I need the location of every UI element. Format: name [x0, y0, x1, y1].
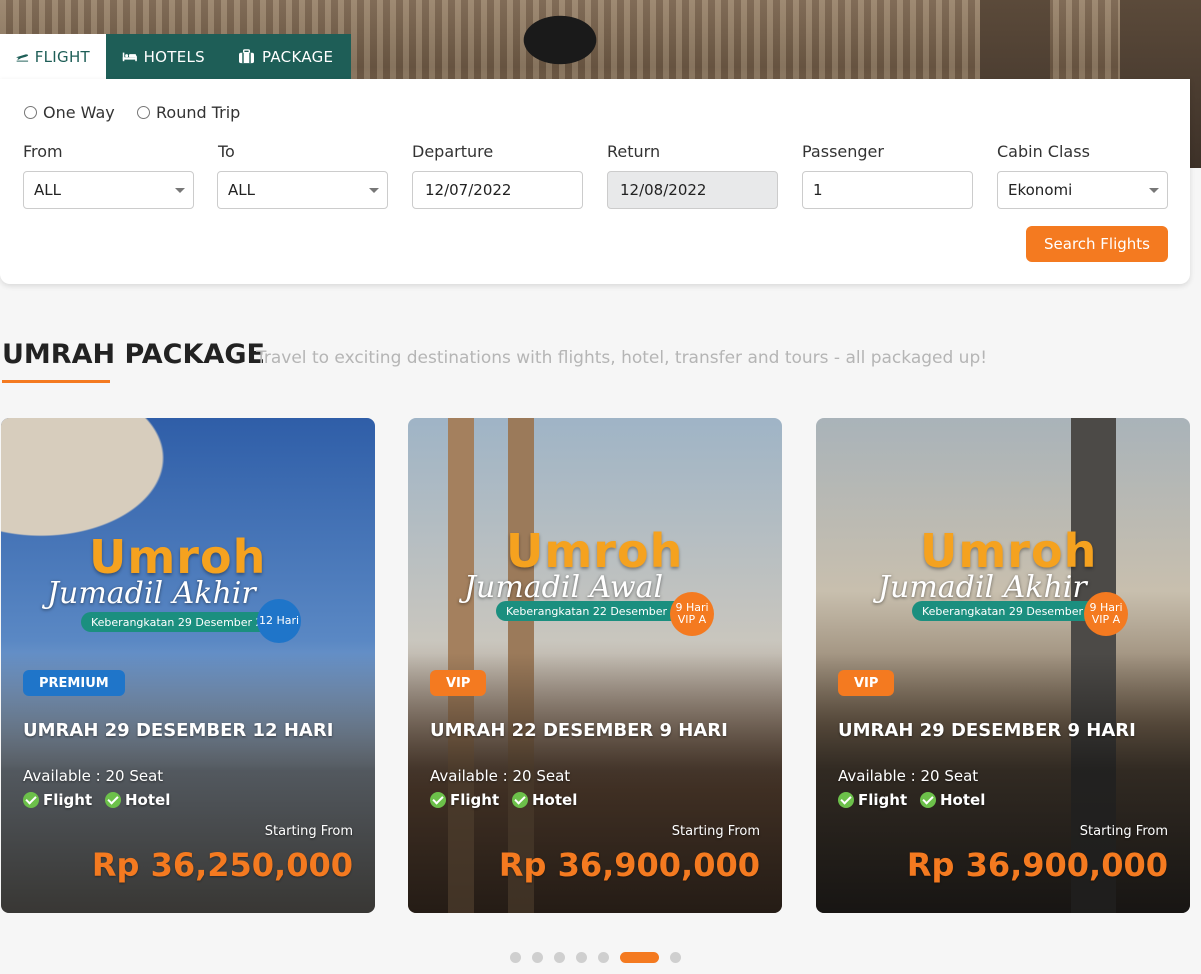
poster-duration: 9 Hari VIP A [1084, 592, 1128, 636]
check-icon [512, 792, 528, 808]
package-card[interactable]: Umroh Jumadil Akhir Keberangkatan 29 Des… [1, 418, 375, 913]
return-label: Return [607, 142, 661, 161]
feature-label: Flight [858, 791, 908, 809]
feature-label: Flight [43, 791, 93, 809]
feature-label: Hotel [532, 791, 578, 809]
carousel-dot[interactable] [620, 952, 659, 963]
search-flights-button[interactable]: Search Flights [1026, 226, 1168, 262]
passenger-label: Passenger [802, 142, 884, 161]
cabin-class-label: Cabin Class [997, 142, 1090, 161]
return-value: 12/08/2022 [620, 181, 707, 199]
package-name: UMRAH 29 DESEMBER 12 HARI [23, 720, 334, 741]
poster-duration: 9 Hari VIP A [670, 592, 714, 636]
package-availability: Available : 20 Seat [838, 767, 979, 785]
trip-type-round-trip[interactable]: Round Trip [137, 103, 240, 122]
feature-flight: Flight [23, 791, 92, 809]
section-underline [2, 380, 110, 383]
chevron-down-icon [1149, 188, 1159, 193]
airplane-icon [16, 54, 29, 62]
check-icon [920, 792, 936, 808]
poster-duration: 12 Hari [257, 599, 301, 643]
chevron-down-icon [175, 188, 185, 193]
departure-label: Departure [412, 142, 494, 161]
one-way-label: One Way [43, 103, 115, 122]
carousel-dot[interactable] [554, 952, 565, 963]
to-label: To [218, 142, 235, 161]
tab-package-label: PACKAGE [262, 47, 334, 66]
check-icon [105, 792, 121, 808]
flight-search-panel: One Way Round Trip From ALL To ALL Depar… [0, 79, 1190, 284]
cabin-class-select[interactable]: Ekonomi [997, 171, 1168, 209]
carousel-dot[interactable] [670, 952, 681, 963]
status-badge: VIP [430, 670, 487, 696]
from-value: ALL [34, 181, 61, 199]
feature-label: Flight [450, 791, 500, 809]
tab-package[interactable]: PACKAGE [221, 34, 351, 79]
passenger-value: 1 [813, 181, 823, 199]
poster-script: Jumadil Akhir [878, 570, 1087, 605]
section-subtitle: Travel to exciting destinations with fli… [256, 348, 988, 368]
from-select[interactable]: ALL [23, 171, 194, 209]
poster-script: Jumadil Akhir [47, 576, 256, 611]
status-badge: VIP [838, 670, 895, 696]
package-price: Rp 36,900,000 [906, 846, 1168, 884]
check-icon [23, 792, 39, 808]
to-select[interactable]: ALL [217, 171, 388, 209]
departure-date-input[interactable]: 12/07/2022 [412, 171, 583, 209]
tab-flight-label: FLIGHT [34, 47, 90, 66]
carousel-dot[interactable] [510, 952, 521, 963]
suitcase-icon [239, 49, 254, 64]
tab-flight[interactable]: FLIGHT [0, 34, 106, 79]
package-price: Rp 36,900,000 [498, 846, 760, 884]
passenger-input[interactable]: 1 [802, 171, 973, 209]
cabin-class-value: Ekonomi [1008, 181, 1073, 199]
round-trip-radio[interactable] [137, 106, 150, 119]
package-availability: Available : 20 Seat [23, 767, 164, 785]
feature-flight: Flight [430, 791, 499, 809]
from-label: From [23, 142, 63, 161]
bed-icon [122, 52, 137, 62]
return-date-input[interactable]: 12/08/2022 [607, 171, 778, 209]
starting-from-label: Starting From [1079, 824, 1168, 839]
feature-label: Hotel [940, 791, 986, 809]
feature-hotel: Hotel [512, 791, 577, 809]
carousel-pagination [510, 952, 681, 963]
package-name: UMRAH 29 DESEMBER 9 HARI [838, 720, 1136, 741]
check-icon [838, 792, 854, 808]
package-price: Rp 36,250,000 [91, 846, 353, 884]
chevron-down-icon [369, 188, 379, 193]
feature-hotel: Hotel [920, 791, 985, 809]
to-value: ALL [228, 181, 255, 199]
feature-label: Hotel [125, 791, 171, 809]
package-card[interactable]: Umroh Jumadil Awal Keberangkatan 22 Dese… [408, 418, 782, 913]
carousel-dot[interactable] [598, 952, 609, 963]
feature-hotel: Hotel [105, 791, 170, 809]
carousel-dot[interactable] [532, 952, 543, 963]
section-title: UMRAH PACKAGE [2, 339, 265, 370]
starting-from-label: Starting From [671, 824, 760, 839]
feature-flight: Flight [838, 791, 907, 809]
check-icon [430, 792, 446, 808]
tab-hotels[interactable]: HOTELS [106, 34, 221, 79]
departure-value: 12/07/2022 [425, 181, 512, 199]
one-way-radio[interactable] [24, 106, 37, 119]
package-card[interactable]: Umroh Jumadil Akhir Keberangkatan 29 Des… [816, 418, 1190, 913]
poster-script: Jumadil Awal [464, 570, 664, 605]
status-badge: PREMIUM [23, 670, 125, 696]
package-name: UMRAH 22 DESEMBER 9 HARI [430, 720, 728, 741]
carousel-dot[interactable] [576, 952, 587, 963]
search-tabs: FLIGHT HOTELS PACKAGE [0, 34, 351, 79]
round-trip-label: Round Trip [156, 103, 241, 122]
starting-from-label: Starting From [264, 824, 353, 839]
tab-hotels-label: HOTELS [143, 47, 205, 66]
package-availability: Available : 20 Seat [430, 767, 571, 785]
trip-type-one-way[interactable]: One Way [24, 103, 115, 122]
